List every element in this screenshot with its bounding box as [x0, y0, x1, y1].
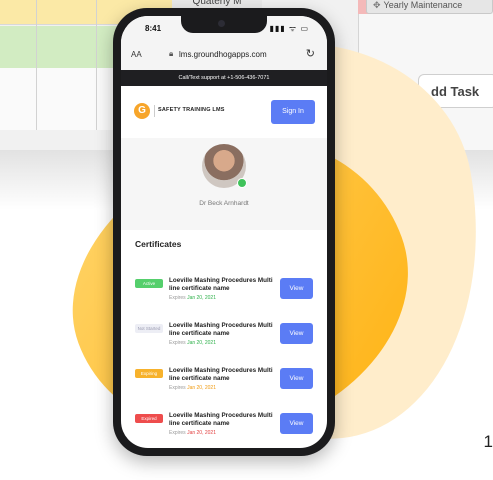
- expiry-date: Jan 20, 2021: [187, 295, 216, 301]
- status-badge: Not Started: [135, 324, 163, 333]
- certificate-name: Loeville Mashing Procedures Multi line c…: [169, 277, 273, 292]
- yearly-maintenance-button[interactable]: ✥ Yearly Maintenance: [366, 0, 493, 14]
- phone-mockup: 8:41 ▮▮▮ ᯤ ▭ AA 🔒︎ lms.groundhogapps.com…: [113, 8, 335, 456]
- app-header: G SAFETY TRAINING LMS Sign In: [121, 86, 327, 139]
- expiry-text: Expires Jan 20, 2021: [169, 295, 216, 301]
- expiry-text: Expires Jan 20, 2021: [169, 385, 216, 391]
- expiry-label: Expires: [169, 340, 186, 346]
- phone-notch: [181, 16, 267, 33]
- certificate-name: Loeville Mashing Procedures Multi line c…: [169, 367, 273, 382]
- certificate-name: Loeville Mashing Procedures Multi line c…: [169, 412, 273, 427]
- move-icon: ✥: [373, 0, 381, 10]
- yearly-maintenance-label: Yearly Maintenance: [383, 0, 463, 10]
- expiry-text: Expires Jan 20, 2021: [169, 340, 216, 346]
- user-name: Dr Beck Arnhardt: [199, 200, 249, 207]
- view-button[interactable]: View: [280, 413, 313, 434]
- certificates-heading: Certificates: [135, 239, 182, 249]
- certificate-item: Expiring Loeville Mashing Procedures Mul…: [121, 364, 327, 400]
- status-badge: Expired: [135, 414, 163, 423]
- phone-screen: 8:41 ▮▮▮ ᯤ ▭ AA 🔒︎ lms.groundhogapps.com…: [121, 16, 327, 448]
- view-button[interactable]: View: [280, 278, 313, 299]
- certificate-item: Not Started Loeville Mashing Procedures …: [121, 319, 327, 355]
- expiry-label: Expires: [169, 430, 186, 436]
- page-number: 1: [483, 432, 493, 451]
- expiry-label: Expires: [169, 295, 186, 301]
- online-status-icon: [237, 178, 247, 188]
- status-badge: Active: [135, 279, 163, 288]
- status-time: 8:41: [145, 24, 162, 33]
- column-divider: [96, 0, 97, 130]
- certificate-item: Active Loeville Mashing Procedures Multi…: [121, 274, 327, 310]
- brand-name: SAFETY TRAINING LMS: [158, 107, 225, 113]
- certificate-name: Loeville Mashing Procedures Multi line c…: [169, 322, 273, 337]
- sign-in-button[interactable]: Sign In: [271, 100, 315, 124]
- expiry-date: Jan 20, 2021: [187, 385, 216, 391]
- expiry-label: Expires: [169, 385, 186, 391]
- expiry-text: Expires Jan 20, 2021: [169, 430, 216, 436]
- logo-icon: G: [134, 103, 150, 119]
- signal-wifi-battery-icon: ▮▮▮ ᯤ ▭: [269, 24, 309, 33]
- expiry-date: Jan 20, 2021: [187, 340, 216, 346]
- expiry-date: Jan 20, 2021: [187, 430, 216, 436]
- support-banner: Call/Text support at +1-506-436-7071: [121, 70, 327, 86]
- column-divider: [36, 0, 37, 130]
- profile-section: Dr Beck Arnhardt: [121, 138, 327, 230]
- url-text[interactable]: lms.groundhogapps.com: [179, 50, 267, 59]
- lock-icon: 🔒︎: [169, 49, 174, 58]
- logo-divider: [154, 105, 155, 117]
- camera-icon: [218, 20, 225, 27]
- certificate-item: Expired Loeville Mashing Procedures Mult…: [121, 409, 327, 445]
- reload-icon[interactable]: ↻: [306, 47, 315, 60]
- view-button[interactable]: View: [280, 323, 313, 344]
- view-button[interactable]: View: [280, 368, 313, 389]
- status-badge: Expiring: [135, 369, 163, 378]
- reader-aa-button[interactable]: AA: [131, 50, 142, 59]
- browser-address-bar[interactable]: AA 🔒︎ lms.groundhogapps.com ↻: [121, 40, 327, 70]
